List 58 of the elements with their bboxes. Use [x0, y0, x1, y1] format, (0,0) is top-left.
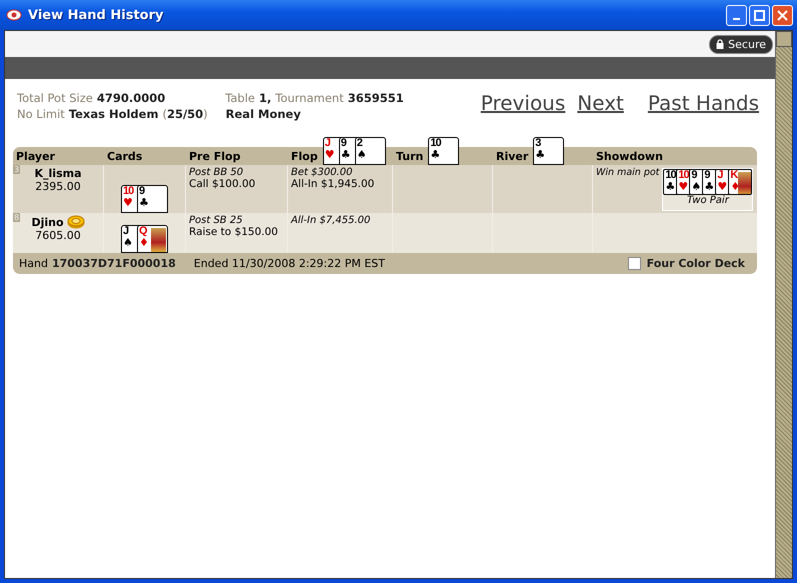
nav-link[interactable]: Next — [577, 91, 624, 115]
blinds: (25/50) — [162, 107, 208, 121]
hand-id: 170037D71F000018 — [52, 257, 176, 270]
ended-time: Ended 11/30/2008 2:29:22 PM EST — [194, 257, 386, 270]
column-header: Flop — [291, 150, 318, 163]
maximize-button[interactable] — [749, 4, 770, 26]
nav-link[interactable]: Previous — [480, 91, 566, 115]
action-text: Post BB 50 — [189, 167, 244, 178]
action-text: All-In $7,455.00 — [291, 215, 372, 226]
checkbox[interactable] — [628, 257, 641, 270]
game-name: Texas Holdem — [68, 107, 158, 121]
playing-card: 9 ♣ — [137, 185, 168, 213]
player-name: K_lisma — [34, 167, 82, 180]
table-label: Table — [225, 91, 255, 105]
action-text: Call $100.00 — [189, 178, 256, 190]
close-icon — [777, 10, 788, 20]
action-text: All-In $1,945.00 — [291, 178, 376, 190]
nav-link[interactable]: Past Hands — [648, 91, 759, 115]
lock-icon — [716, 39, 724, 49]
column-header: Cards — [107, 150, 142, 163]
player-stack: 7605.00 — [35, 229, 81, 242]
column-header: Showdown — [596, 150, 663, 163]
close-button[interactable] — [772, 4, 793, 26]
tournament-id: 3659551 — [348, 91, 404, 105]
scrollbar[interactable] — [775, 31, 792, 578]
maximize-icon — [754, 10, 765, 20]
pot-label: Total Pot Size — [17, 91, 93, 105]
table-number: 1, — [259, 91, 272, 105]
column-header: Pre Flop — [189, 150, 240, 163]
tournament-label: Tournament — [275, 91, 344, 105]
player-name: Djino — [31, 216, 64, 228]
playing-card: 10 ♣ — [428, 137, 460, 165]
column-header: Turn — [396, 150, 424, 163]
action-text: Post SB 25 — [189, 215, 244, 226]
playing-card: K ♦ — [728, 169, 752, 195]
minimize-button[interactable] — [726, 4, 747, 26]
showdown-result: Win main pot — [596, 167, 660, 180]
column-header: Player — [16, 150, 55, 163]
seat-number: 8 — [13, 213, 20, 222]
action-text: Bet $300.00 — [291, 167, 354, 178]
player-stack: 2395.00 — [35, 180, 81, 193]
minimize-icon — [733, 18, 740, 20]
secure-label: Secure — [728, 38, 766, 50]
playing-card: Q ♦ — [137, 225, 168, 253]
checkbox-label: Four Color Deck — [646, 257, 745, 270]
hand-label: Hand — [19, 257, 48, 270]
money-type: Real Money — [226, 107, 301, 121]
app-icon — [6, 7, 22, 23]
window-title: View Hand History — [28, 8, 164, 22]
hand-rank: Two Pair — [686, 195, 730, 206]
action-text: Raise to $150.00 — [189, 226, 279, 238]
pot-value: 4790.0000 — [96, 91, 166, 105]
scroll-button[interactable] — [776, 31, 792, 47]
playing-card: 2 ♠ — [354, 137, 386, 165]
seat-number: 3 — [13, 165, 20, 174]
playing-card: 3 ♣ — [533, 137, 564, 165]
limit-label: No Limit — [17, 107, 65, 121]
column-header: River — [496, 150, 528, 163]
